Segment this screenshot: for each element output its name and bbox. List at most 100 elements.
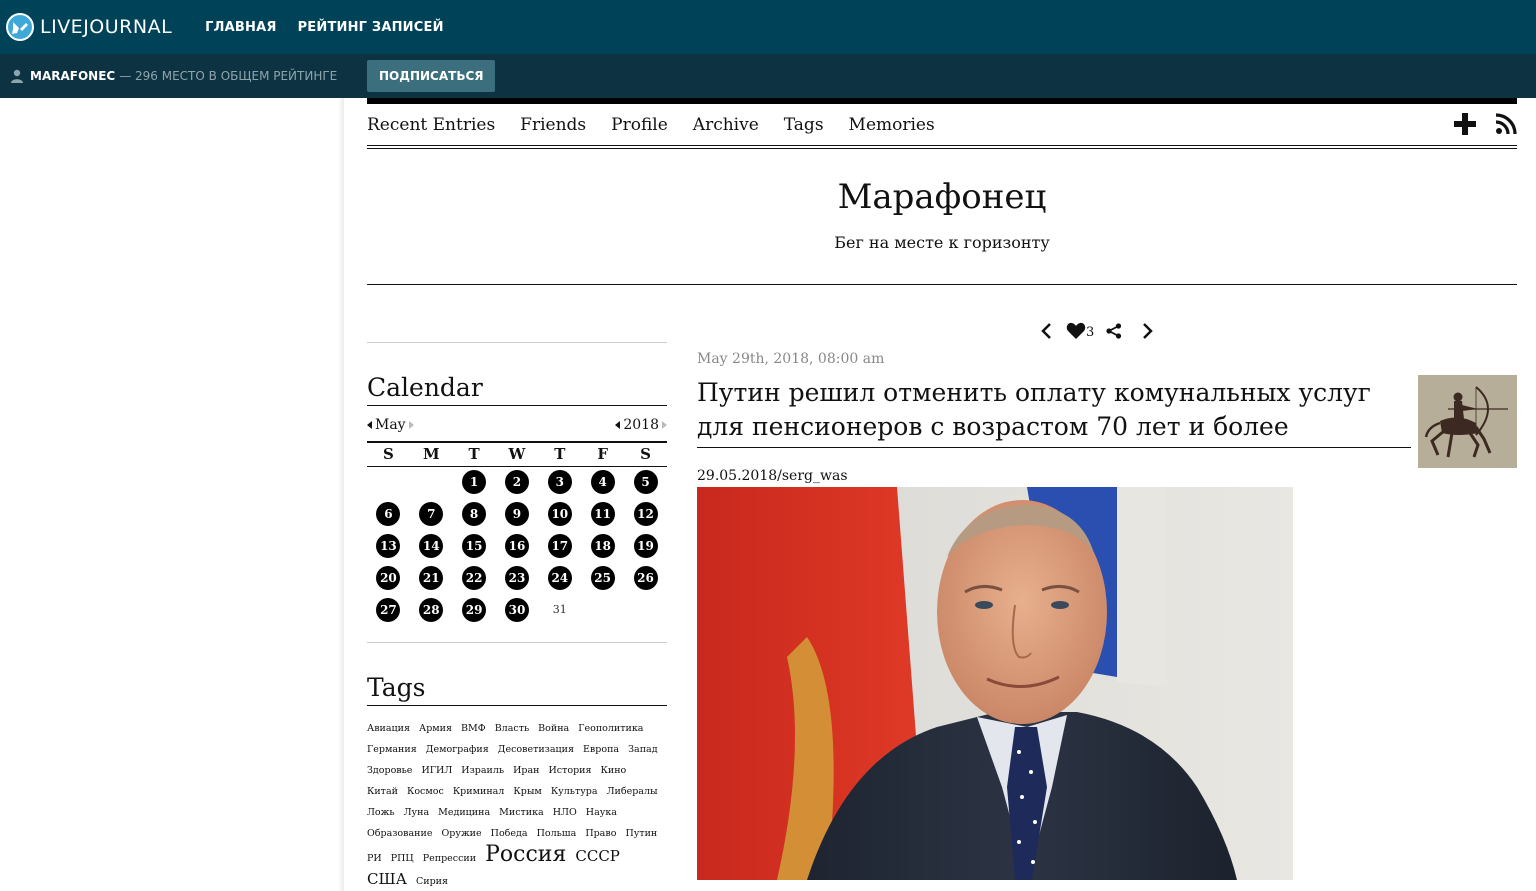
tag-link[interactable]: Образование [367, 828, 432, 839]
tag-link[interactable]: НЛО [553, 807, 577, 818]
tag-link[interactable]: Криминал [453, 786, 505, 797]
nav-main-link[interactable]: ГЛАВНАЯ [205, 20, 276, 35]
tag-link[interactable]: Мистика [499, 807, 544, 818]
calendar-day[interactable]: 14 [419, 534, 444, 558]
tag-link[interactable]: Польша [537, 828, 577, 839]
nav-recent-entries[interactable]: Recent Entries [367, 115, 495, 135]
calendar-day[interactable]: 22 [462, 566, 487, 590]
tag-link[interactable]: Демография [426, 744, 489, 755]
calendar-day[interactable]: 18 [590, 534, 615, 558]
journal-rating[interactable]: — 296 МЕСТО В ОБЩЕМ РЕЙТИНГЕ [119, 69, 337, 83]
tag-link[interactable]: Космос [407, 786, 444, 797]
tag-link[interactable]: РИ [367, 853, 382, 864]
tag-link[interactable]: Армия [419, 723, 452, 734]
tag-link[interactable]: Луна [404, 807, 430, 818]
nav-friends[interactable]: Friends [520, 115, 586, 135]
calendar-day[interactable]: 24 [547, 566, 572, 590]
tag-link[interactable]: Геополитика [578, 723, 643, 734]
calendar-day[interactable]: 7 [419, 502, 444, 526]
nav-archive[interactable]: Archive [693, 115, 759, 135]
calendar-year[interactable]: 2018 [623, 417, 659, 433]
tag-link[interactable]: РПЦ [391, 853, 414, 864]
calendar-day[interactable]: 11 [590, 502, 615, 526]
tag-link[interactable]: Культура [551, 786, 598, 797]
tag-link[interactable]: Авиация [367, 723, 410, 734]
nav-tags[interactable]: Tags [784, 115, 824, 135]
calendar-day[interactable]: 1 [462, 470, 487, 495]
calendar-day[interactable]: 15 [462, 534, 487, 558]
calendar-day[interactable]: 19 [633, 534, 658, 558]
tag-link[interactable]: Десоветизация [498, 744, 574, 755]
calendar-day[interactable]: 5 [633, 470, 658, 495]
next-year-icon[interactable] [662, 421, 667, 429]
entry-source[interactable]: 29.05.2018/serg_was [697, 468, 848, 484]
prev-month-icon[interactable] [367, 421, 372, 429]
tag-link[interactable]: История [548, 765, 591, 776]
tag-link[interactable]: Ложь [367, 807, 395, 818]
calendar-day[interactable]: 23 [504, 566, 529, 590]
calendar-day[interactable]: 30 [504, 598, 529, 622]
tag-link[interactable]: Китай [367, 786, 398, 797]
nav-rating-link[interactable]: РЕЙТИНГ ЗАПИСЕЙ [298, 20, 444, 35]
next-month-icon[interactable] [408, 421, 414, 429]
share-icon[interactable] [1106, 323, 1122, 339]
calendar-day[interactable]: 12 [633, 502, 658, 526]
tag-link[interactable]: Россия [485, 842, 566, 867]
tag-link[interactable]: Крым [513, 786, 541, 797]
userpic-avatar[interactable] [1418, 375, 1517, 468]
calendar-day[interactable]: 6 [376, 502, 401, 526]
likes-control[interactable]: 3 [1066, 322, 1094, 340]
nav-memories[interactable]: Memories [849, 115, 935, 135]
calendar-day[interactable]: 26 [633, 566, 658, 590]
entry-title[interactable]: Путин решил отменить оплату комунальных … [697, 376, 1411, 448]
calendar-month[interactable]: May [375, 417, 406, 433]
calendar-day[interactable]: 2 [504, 470, 529, 495]
tag-link[interactable]: Медицина [438, 807, 490, 818]
tag-link[interactable]: ИГИЛ [421, 765, 452, 776]
tag-link[interactable]: Европа [583, 744, 619, 755]
calendar-day[interactable]: 3 [547, 470, 572, 495]
calendar-day[interactable]: 20 [376, 566, 401, 590]
tag-link[interactable]: Германия [367, 744, 417, 755]
tag-link[interactable]: Кино [601, 765, 627, 776]
blog-title[interactable]: Марафонец [367, 177, 1517, 217]
journal-name-link[interactable]: MARAFONEC [30, 69, 115, 83]
livejournal-logo[interactable]: LIVEJOURNAL [6, 0, 172, 54]
tag-link[interactable]: США [367, 870, 407, 888]
calendar-day[interactable]: 17 [547, 534, 572, 558]
rss-icon[interactable] [1495, 113, 1517, 135]
tag-link[interactable]: Либералы [607, 786, 658, 797]
calendar-day[interactable]: 28 [419, 598, 444, 622]
calendar-day[interactable]: 9 [504, 502, 529, 526]
tag-link[interactable]: Оружие [441, 828, 481, 839]
calendar-day[interactable]: 25 [590, 566, 615, 590]
tag-link[interactable]: Наука [586, 807, 617, 818]
tag-link[interactable]: Победа [491, 828, 528, 839]
tag-link[interactable]: Путин [625, 828, 657, 839]
calendar-day[interactable]: 8 [462, 502, 487, 526]
next-entry-icon[interactable] [1140, 322, 1154, 340]
calendar-day[interactable]: 16 [504, 534, 529, 558]
calendar-day[interactable]: 4 [590, 470, 615, 495]
tag-link[interactable]: Израиль [461, 765, 504, 776]
prev-year-icon[interactable] [615, 421, 621, 429]
tag-link[interactable]: Репрессии [423, 853, 476, 864]
tag-link[interactable]: ВМФ [461, 723, 486, 734]
entry-photo[interactable] [697, 487, 1293, 880]
tag-link[interactable]: Война [538, 723, 569, 734]
subscribe-button[interactable]: ПОДПИСАТЬСЯ [367, 60, 496, 92]
calendar-day[interactable]: 13 [376, 534, 401, 558]
add-icon[interactable] [1453, 112, 1477, 136]
calendar-day[interactable]: 21 [419, 566, 444, 590]
tag-link[interactable]: СССР [575, 847, 620, 865]
nav-profile[interactable]: Profile [611, 115, 668, 135]
calendar-day[interactable]: 29 [462, 598, 487, 622]
tag-link[interactable]: Иран [513, 765, 539, 776]
tag-link[interactable]: Власть [495, 723, 529, 734]
tag-link[interactable]: Сирия [416, 876, 448, 887]
tag-link[interactable]: Запад [628, 744, 657, 755]
tag-link[interactable]: Здоровье [367, 765, 412, 776]
calendar-day[interactable]: 27 [376, 598, 401, 622]
calendar-day[interactable]: 10 [547, 502, 572, 526]
tag-link[interactable]: Право [585, 828, 616, 839]
